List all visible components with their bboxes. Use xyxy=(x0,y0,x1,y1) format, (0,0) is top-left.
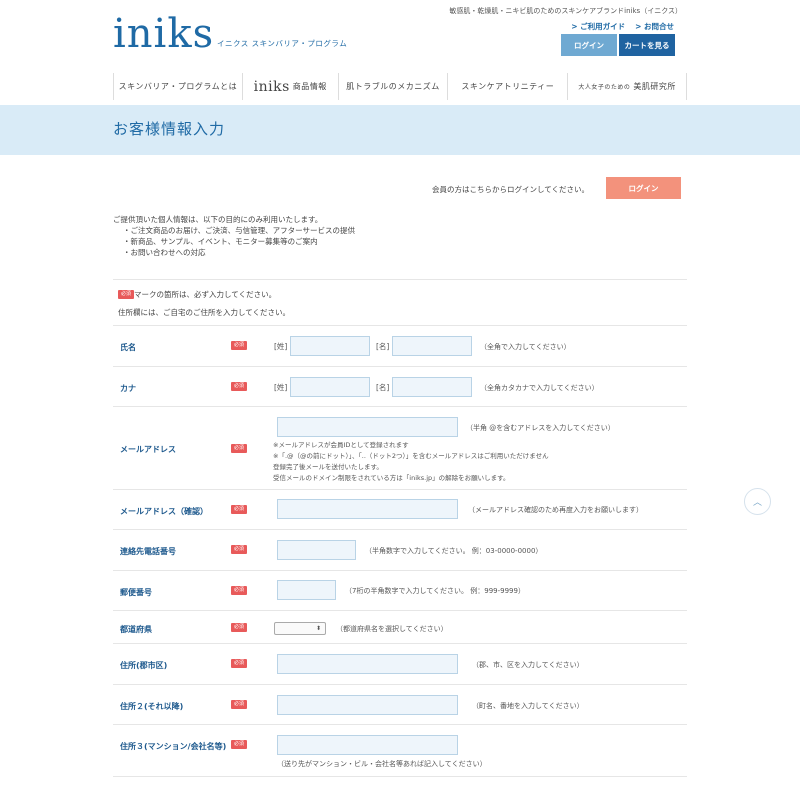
email-notes: ※メールアドレスが会員IDとして登録されます ※「.@（@の前にドット）」、「.… xyxy=(273,440,549,484)
field-label: 連絡先電話番号 xyxy=(120,547,176,556)
notice-item: 新商品、サンプル、イベント、モニター募集等のご案内 xyxy=(113,236,355,247)
field-label: 住所３(マンション/会社名等) xyxy=(120,742,227,751)
nav-label: スキンバリア・プログラムとは xyxy=(118,82,238,91)
required-badge: 必須 xyxy=(231,740,248,749)
field-label: 住所(郡市区) xyxy=(120,661,168,670)
required-badge: 必須 xyxy=(231,623,248,632)
required-badge: 必須 xyxy=(231,382,248,391)
form-row-kana: カナ 必須 [姓] [名] （全角カタカナで入力してください） xyxy=(113,367,687,407)
mei-label: [名] xyxy=(376,342,390,351)
required-badge: 必須 xyxy=(118,290,135,299)
view-cart-button[interactable]: カートを見る xyxy=(619,34,675,56)
last-name-kana-input[interactable] xyxy=(290,377,370,397)
field-hint: （7桁の半角数字で入力してください。 例：999-9999） xyxy=(345,587,525,595)
field-label: メールアドレス xyxy=(120,445,176,454)
form-row-prefecture: 都道府県 必須 ⬍ （都道府県名を選択してください） xyxy=(113,611,687,644)
divider xyxy=(113,279,687,280)
form-row-address1: 住所(郡市区) 必須 （郡、市、区を入力してください） xyxy=(113,644,687,685)
nav-label: 肌トラブルのメカニズム xyxy=(346,82,440,91)
required-note: 必須 マークの箇所は、必ず入力してください。 xyxy=(118,289,276,300)
email-confirm-input[interactable] xyxy=(277,499,458,519)
required-badge: 必須 xyxy=(231,341,248,350)
required-badge: 必須 xyxy=(231,700,248,709)
required-badge: 必須 xyxy=(231,545,248,554)
required-badge: 必須 xyxy=(231,505,248,514)
field-hint: （郡、市、区を入力してください） xyxy=(472,661,584,669)
address1-input[interactable] xyxy=(277,654,458,674)
field-hint: （メールアドレス確認のため再度入力をお願いします） xyxy=(468,506,643,514)
nav-item-trinity[interactable]: スキンケアトリニティー xyxy=(448,73,569,100)
field-hint: （送り先がマンション・ビル・会社名等あれば記入してください） xyxy=(277,760,487,768)
field-hint: （半角 @を含むアドレスを入力してください） xyxy=(466,424,615,432)
form-row-email-confirm: メールアドレス（確認） 必須 （メールアドレス確認のため再度入力をお願いします） xyxy=(113,490,687,530)
privacy-notice: ご提供頂いた個人情報は、以下の目的にのみ利用いたします。 ご注文商品のお届け、ご… xyxy=(113,214,355,258)
nav-label: スキンケアトリニティー xyxy=(461,82,555,91)
field-label: 郵便番号 xyxy=(120,588,152,597)
header-tagline: 敏感肌・乾燥肌・ニキビ肌のためのスキンケアブランドiniks（イニクス） xyxy=(449,7,682,15)
form-row-name: 氏名 必須 [姓] [名] （全角で入力してください） xyxy=(113,326,687,367)
header-login-button[interactable]: ログイン xyxy=(561,34,617,56)
header-links: ご利用ガイド お問合せ xyxy=(571,21,674,32)
sei-label: [姓] xyxy=(274,383,288,392)
required-badge: 必須 xyxy=(231,444,248,453)
nav-item-products[interactable]: iniks 商品情報 xyxy=(243,73,339,100)
field-label: 都道府県 xyxy=(120,625,152,634)
prefecture-select[interactable]: ⬍ xyxy=(274,622,326,635)
address-note: 住所欄には、ご自宅のご住所を入力してください。 xyxy=(118,308,291,317)
required-note-text: マークの箇所は、必ず入力してください。 xyxy=(134,290,277,299)
first-name-input[interactable] xyxy=(392,336,472,356)
field-label: 住所２(それ以降) xyxy=(120,702,184,711)
field-hint: （都道府県名を選択してください） xyxy=(336,625,448,633)
form-row-zip: 郵便番号 必須 （7桁の半角数字で入力してください。 例：999-9999） xyxy=(113,571,687,611)
address2-input[interactable] xyxy=(277,695,458,715)
email-note: ※「.@（@の前にドット）」、「..（ドット2つ）」を含むメールアドレスはご利用… xyxy=(273,452,549,460)
nav-label: 商品情報 xyxy=(292,82,327,91)
notice-intro: ご提供頂いた個人情報は、以下の目的にのみ利用いたします。 xyxy=(113,215,323,224)
nav-label: 美肌研究所 xyxy=(633,82,676,91)
contact-link[interactable]: お問合せ xyxy=(635,21,674,32)
nav-brand: iniks xyxy=(253,78,290,95)
field-hint: （全角カタカナで入力してください） xyxy=(480,384,599,392)
member-login-text: 会員の方はこちらからログインしてください。 xyxy=(432,185,590,194)
field-label: メールアドレス（確認） xyxy=(120,507,208,516)
page-title: お客様情報入力 xyxy=(113,120,226,138)
member-login-button[interactable]: ログイン xyxy=(606,177,681,199)
notice-item: お問い合わせへの対応 xyxy=(113,247,355,258)
brand-logo[interactable]: iniks xyxy=(113,12,214,56)
field-label: カナ xyxy=(120,384,136,393)
form-row-phone: 連絡先電話番号 必須 （半角数字で入力してください。 例：03-0000-000… xyxy=(113,530,687,571)
form-row-address2: 住所２(それ以降) 必須 （町名、番地を入力してください） xyxy=(113,685,687,725)
address3-input[interactable] xyxy=(277,735,458,755)
zip-input[interactable] xyxy=(277,580,336,600)
main-nav: スキンバリア・プログラムとは iniks 商品情報 肌トラブルのメカニズム スキ… xyxy=(113,73,688,100)
nav-item-mechanism[interactable]: 肌トラブルのメカニズム xyxy=(339,73,449,100)
chevron-up-icon: ︿ xyxy=(752,498,762,508)
last-name-input[interactable] xyxy=(290,336,370,356)
email-input[interactable] xyxy=(277,417,458,437)
nav-item-program[interactable]: スキンバリア・プログラムとは xyxy=(114,73,243,100)
required-badge: 必須 xyxy=(231,659,248,668)
field-label: 氏名 xyxy=(120,343,136,352)
sei-label: [姓] xyxy=(274,342,288,351)
nav-item-lab[interactable]: 大人女子のための 美肌研究所 xyxy=(568,73,688,100)
field-hint: （半角数字で入力してください。 例：03-0000-0000） xyxy=(365,547,543,555)
field-hint: （全角で入力してください） xyxy=(480,343,571,351)
email-note: ※メールアドレスが会員IDとして登録されます xyxy=(273,441,409,449)
email-note: 受信メールのドメイン制限をされている方は「iniks.jp」の解除をお願いします… xyxy=(273,474,510,482)
nav-small-label: 大人女子のための xyxy=(578,84,631,91)
header-buttons: ログイン カートを見る xyxy=(561,34,675,56)
form-row-email: メールアドレス 必須 （半角 @を含むアドレスを入力してください） ※メールアド… xyxy=(113,407,687,490)
site-header: iniks イニクス スキンバリア・プログラム 敏感肌・乾燥肌・ニキビ肌のための… xyxy=(0,0,800,105)
email-note: 登録完了後メールを送付いたします。 xyxy=(273,463,383,471)
first-name-kana-input[interactable] xyxy=(392,377,472,397)
form-row-address3: 住所３(マンション/会社名等) 必須 （送り先がマンション・ビル・会社名等あれば… xyxy=(113,725,687,777)
scroll-top-button[interactable]: ︿ xyxy=(744,488,771,515)
phone-input[interactable] xyxy=(277,540,356,560)
notice-item: ご注文商品のお届け、ご決済、与信管理、アフターサービスの提供 xyxy=(113,225,355,236)
guide-link[interactable]: ご利用ガイド xyxy=(571,21,625,32)
mei-label: [名] xyxy=(376,383,390,392)
required-badge: 必須 xyxy=(231,586,248,595)
field-hint: （町名、番地を入力してください） xyxy=(472,702,584,710)
logo-subtitle: イニクス スキンバリア・プログラム xyxy=(217,39,348,48)
